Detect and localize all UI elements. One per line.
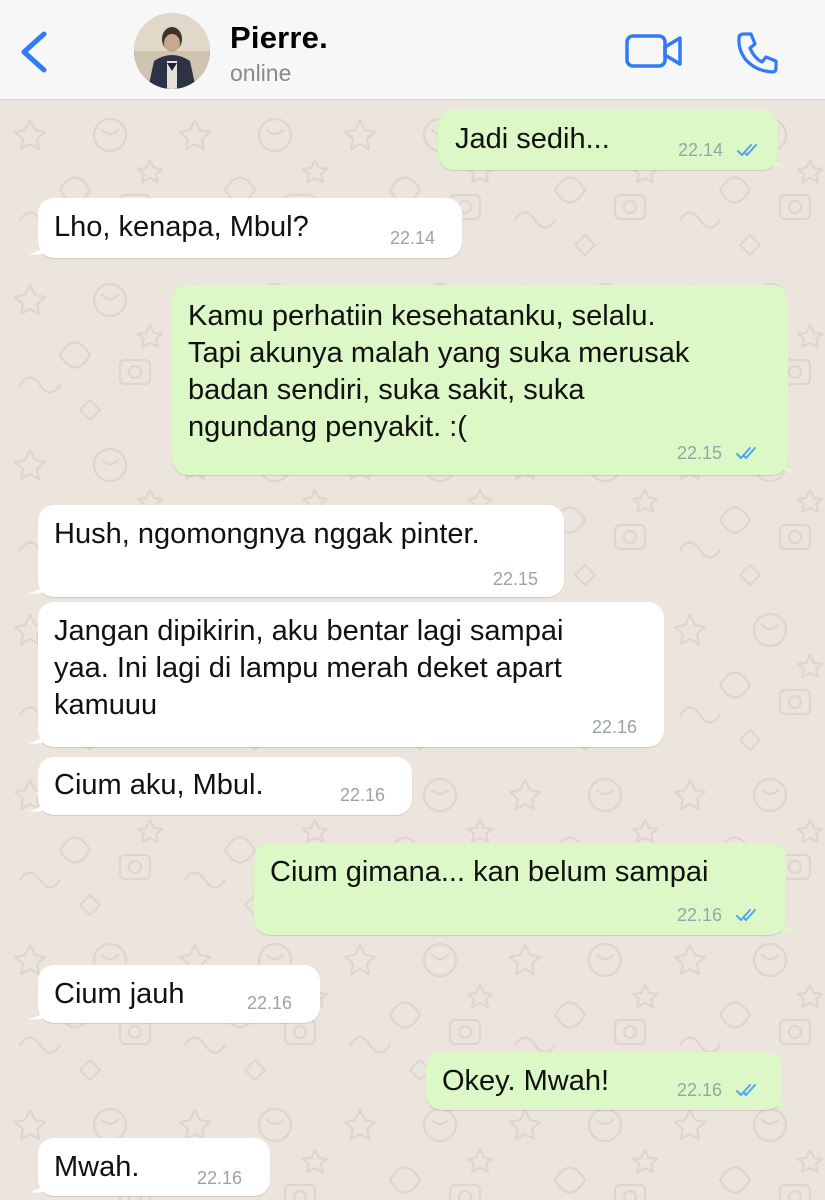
message-text: Hush, ngomongnya nggak pinter.: [54, 518, 480, 550]
incoming-message[interactable]: Cium jauh 22.16: [28, 965, 320, 1023]
outgoing-message[interactable]: Kamu perhatiin kesehatanku, selalu. Tapi…: [172, 285, 798, 475]
read-receipt-icon: [737, 144, 757, 156]
bubble-tail: [28, 577, 46, 594]
incoming-message[interactable]: Cium aku, Mbul. 22.16: [28, 757, 412, 815]
message-text: Jangan dipikirin, aku bentar lagi sampai…: [54, 615, 564, 721]
message-timestamp: 22.16: [677, 905, 723, 925]
message-timestamp: 22.16: [677, 1080, 723, 1100]
phone-icon: [737, 32, 778, 74]
contact-status: online: [230, 60, 292, 86]
incoming-message[interactable]: Hush, ngomongnya nggak pinter. 22.15: [28, 505, 564, 597]
message-text: Cium jauh: [54, 978, 185, 1010]
message-timestamp: 22.16: [340, 785, 386, 805]
voice-call-button[interactable]: [734, 28, 782, 76]
video-call-button[interactable]: [624, 30, 684, 72]
message-timestamp: 22.14: [678, 140, 724, 160]
bubble-tail: [28, 238, 46, 255]
chat-header: Pierre. online: [0, 0, 825, 100]
back-button[interactable]: [14, 28, 54, 76]
message-timestamp: 22.16: [197, 1168, 243, 1188]
avatar[interactable]: [134, 13, 210, 89]
message-text: Mwah.: [54, 1151, 140, 1183]
message-timestamp: 22.15: [493, 569, 539, 589]
bubble-tail: [778, 915, 796, 932]
message-text: Cium gimana... kan belum sampai: [270, 856, 709, 888]
message-text: Cium aku, Mbul.: [54, 769, 264, 801]
message-text: Lho, kenapa, Mbul?: [54, 211, 309, 243]
incoming-message[interactable]: Jangan dipikirin, aku bentar lagi sampai…: [28, 602, 664, 747]
outgoing-message[interactable]: Jadi sedih... 22.14: [438, 110, 788, 170]
message-timestamp: 22.15: [677, 443, 723, 463]
message-timestamp: 22.16: [592, 717, 638, 737]
bubble-tail: [28, 795, 46, 812]
bubble-tail: [774, 1090, 792, 1107]
read-receipt-icon: [736, 909, 756, 921]
message-text: Kamu perhatiin kesehatanku, selalu. Tapi…: [188, 300, 690, 443]
read-receipt-icon: [736, 447, 756, 459]
outgoing-message[interactable]: Cium gimana... kan belum sampai 22.16: [254, 843, 796, 935]
read-receipt-icon: [736, 1084, 756, 1096]
chat-area[interactable]: Jadi sedih... 22.14 Lho, kenapa, Mbul? 22.1…: [0, 100, 825, 1200]
bubble-tail: [770, 150, 788, 167]
video-call-icon: [625, 34, 682, 68]
outgoing-message[interactable]: Okey. Mwah! 22.16: [426, 1052, 792, 1110]
incoming-message[interactable]: Lho, kenapa, Mbul? 22.14: [28, 198, 462, 258]
bubble-tail: [28, 1003, 46, 1020]
chevron-left-icon: [21, 31, 47, 73]
bubble-tail: [28, 1176, 46, 1193]
bubble-tail: [28, 727, 46, 744]
message-timestamp: 22.16: [247, 993, 293, 1013]
message-text: Jadi sedih...: [455, 123, 610, 155]
message-text: Okey. Mwah!: [442, 1065, 610, 1097]
incoming-message[interactable]: Mwah. 22.16: [28, 1138, 270, 1196]
contact-name[interactable]: Pierre.: [230, 20, 328, 56]
avatar-photo: [134, 13, 210, 89]
bubble-tail: [780, 455, 798, 472]
message-timestamp: 22.14: [390, 228, 436, 248]
